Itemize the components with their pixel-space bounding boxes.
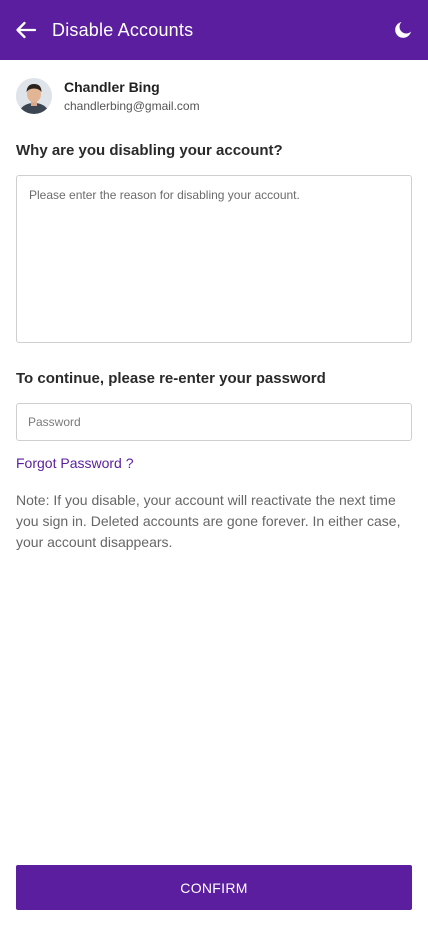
user-profile: Chandler Bing chandlerbing@gmail.com — [16, 78, 412, 114]
profile-name: Chandler Bing — [64, 79, 160, 95]
reason-textarea[interactable] — [16, 175, 412, 343]
moon-icon — [395, 22, 411, 38]
disable-note: Note: If you disable, your account will … — [16, 492, 401, 550]
password-input[interactable] — [16, 403, 412, 441]
reason-question: Why are you disabling your account? — [16, 142, 283, 159]
password-heading: To continue, please re-enter your passwo… — [16, 370, 326, 387]
arrow-left-icon — [16, 21, 37, 39]
profile-email: chandlerbing@gmail.com — [64, 99, 200, 113]
confirm-button[interactable]: CONFIRM — [16, 865, 412, 910]
avatar — [16, 78, 52, 114]
page-title: Disable Accounts — [52, 20, 194, 40]
app-bar: Disable Accounts — [0, 0, 428, 60]
forgot-password-link[interactable]: Forgot Password ? — [16, 455, 134, 471]
back-button[interactable] — [12, 16, 40, 44]
theme-toggle-button[interactable] — [390, 17, 416, 43]
